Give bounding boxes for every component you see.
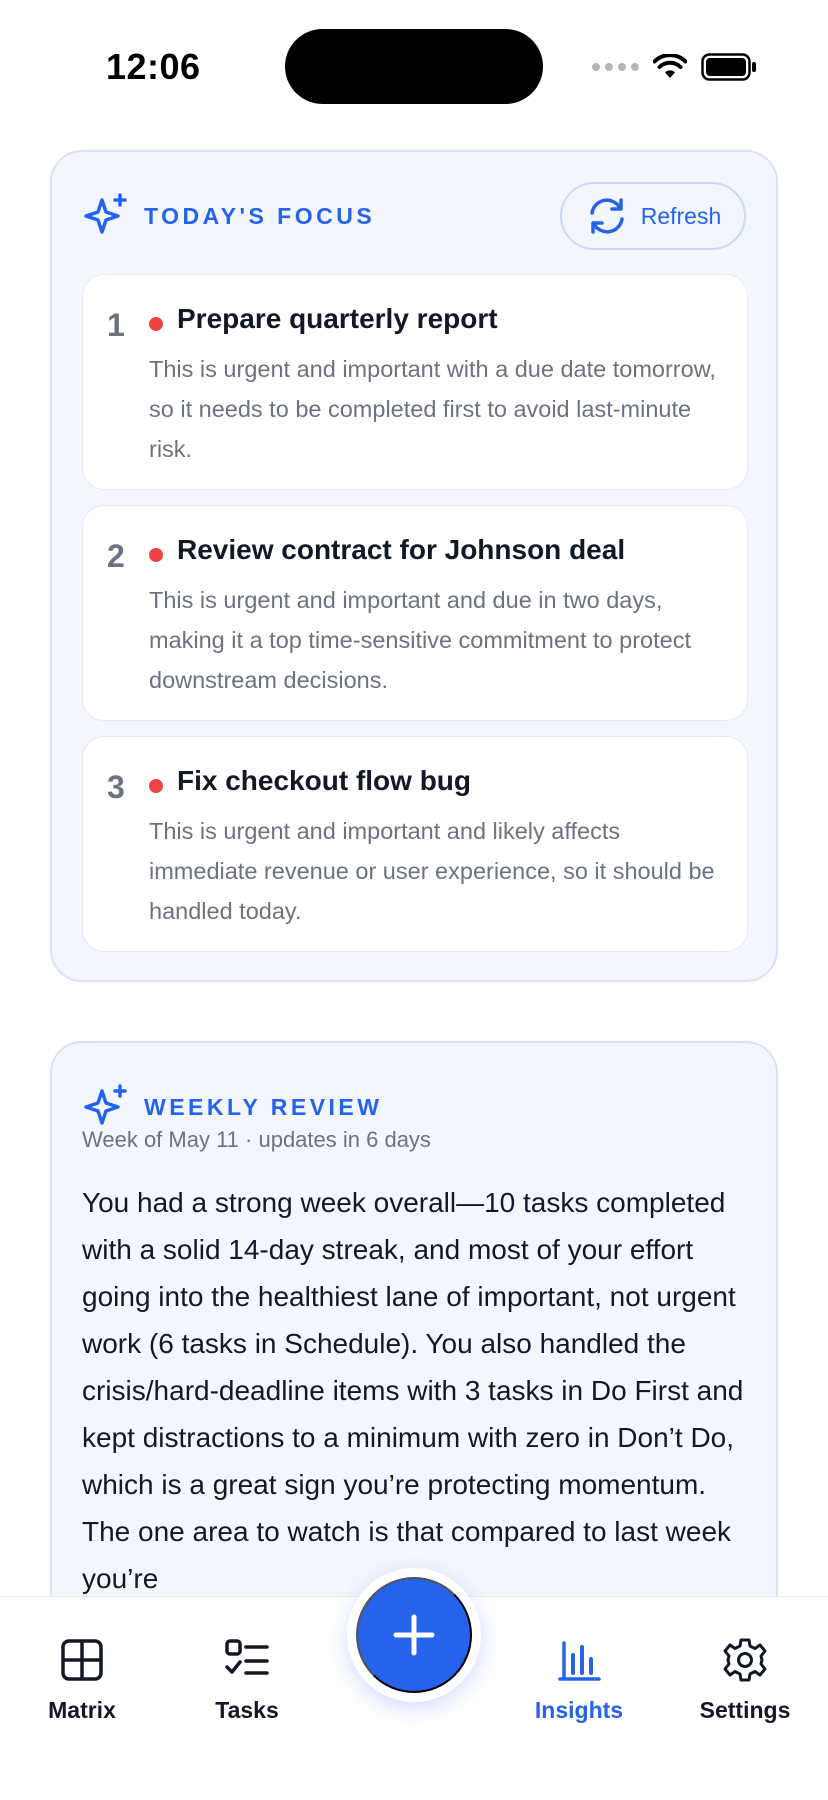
task-description: This is urgent and important and due in … xyxy=(149,587,692,693)
task-title: Prepare quarterly report xyxy=(177,303,498,334)
todays-focus-card: TODAY'S FOCUS Refresh 1 Prepare quarterl… xyxy=(50,150,778,982)
task-title: Fix checkout flow bug xyxy=(177,765,472,796)
grid-icon xyxy=(61,1639,103,1681)
status-bar: 12:06 xyxy=(0,0,828,130)
dynamic-island xyxy=(285,29,543,104)
nav-item-matrix[interactable]: Matrix xyxy=(7,1637,157,1724)
cellular-signal-icon xyxy=(592,63,639,71)
nav-item-insights[interactable]: Insights xyxy=(504,1637,654,1724)
task-title: Review contract for Johnson deal xyxy=(177,534,626,565)
focus-label: TODAY'S FOCUS xyxy=(144,202,376,229)
refresh-icon xyxy=(589,198,624,234)
task-description: This is urgent and important and likely … xyxy=(149,818,715,924)
add-task-button[interactable] xyxy=(356,1577,472,1693)
battery-icon xyxy=(701,53,756,81)
task-description: This is urgent and important with a due … xyxy=(149,356,716,462)
focus-header: TODAY'S FOCUS xyxy=(82,192,375,240)
status-time: 12:06 xyxy=(106,46,201,87)
task-number: 3 xyxy=(107,769,125,805)
plus-icon xyxy=(393,1614,435,1656)
sparkle-icon xyxy=(84,193,127,234)
task-number: 2 xyxy=(107,538,125,574)
status-icons xyxy=(592,50,757,84)
checklist-icon xyxy=(225,1639,269,1675)
bar-chart-icon xyxy=(558,1641,601,1681)
priority-dot xyxy=(149,779,163,793)
focus-task-item[interactable]: 3 Fix checkout flow bug This is urgent a… xyxy=(82,736,748,952)
refresh-button[interactable]: Refresh xyxy=(560,182,746,250)
priority-dot xyxy=(149,548,163,562)
weekly-summary: You had a strong week overall—10 tasks c… xyxy=(82,1187,744,1594)
nav-item-settings[interactable]: Settings xyxy=(670,1637,820,1724)
sparkle-icon xyxy=(84,1084,127,1125)
refresh-label: Refresh xyxy=(640,202,722,229)
nav-label: Insights xyxy=(534,1697,624,1723)
nav-label: Tasks xyxy=(215,1697,279,1723)
gear-icon xyxy=(723,1638,767,1682)
nav-label: Matrix xyxy=(48,1697,116,1723)
add-task-fab-ring xyxy=(347,1568,481,1702)
task-number: 1 xyxy=(107,307,125,343)
nav-item-tasks[interactable]: Tasks xyxy=(172,1637,322,1724)
weekly-label: WEEKLY REVIEW xyxy=(144,1093,383,1120)
weekly-subtitle: Week of May 11 · updates in 6 days xyxy=(82,1127,431,1152)
focus-task-item[interactable]: 2 Review contract for Johnson deal This … xyxy=(82,505,748,721)
wifi-icon xyxy=(653,54,687,78)
weekly-header: WEEKLY REVIEW xyxy=(82,1083,382,1131)
priority-dot xyxy=(149,317,163,331)
nav-label: Settings xyxy=(699,1697,791,1723)
focus-task-item[interactable]: 1 Prepare quarterly report This is urgen… xyxy=(82,274,748,490)
